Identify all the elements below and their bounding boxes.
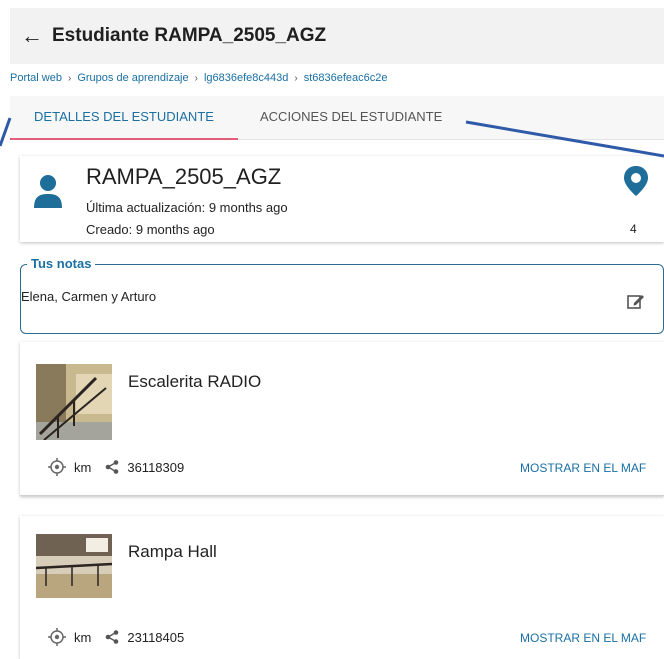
distance-text: km bbox=[74, 629, 92, 645]
location-target-icon bbox=[48, 458, 66, 476]
tab-bar: DETALLES DEL ESTUDIANTE ACCIONES DEL EST… bbox=[10, 96, 664, 140]
share-icon[interactable] bbox=[105, 630, 119, 644]
breadcrumb: Portal web › Grupos de aprendizaje › lg6… bbox=[10, 72, 388, 84]
student-card: RAMPA_2505_AGZ Última actualización: 9 m… bbox=[20, 156, 664, 242]
show-on-map-button[interactable]: MOSTRAR EN EL MAF bbox=[520, 461, 646, 475]
place-meta: km 36118309 bbox=[48, 458, 184, 476]
app-bar: ← Estudiante RAMPA_2505_AGZ bbox=[10, 8, 664, 64]
share-id: 23118405 bbox=[127, 629, 185, 645]
page-title: Estudiante RAMPA_2505_AGZ bbox=[52, 25, 327, 46]
place-photo-stairs bbox=[36, 364, 112, 440]
place-card: Escalerita RADIO km 36118309 MOSTRAR EN … bbox=[20, 342, 664, 496]
place-name: Rampa Hall bbox=[128, 542, 217, 561]
breadcrumb-item-group-id[interactable]: lg6836efe8c443d bbox=[204, 72, 288, 84]
created-text: Creado: 9 months ago bbox=[86, 222, 215, 237]
share-icon[interactable] bbox=[105, 460, 119, 474]
edit-icon[interactable] bbox=[627, 293, 645, 309]
person-icon bbox=[34, 175, 62, 208]
map-pin-icon[interactable] bbox=[624, 166, 648, 196]
chevron-right-icon: › bbox=[294, 72, 298, 84]
chevron-right-icon: › bbox=[67, 72, 72, 84]
notes-legend: Tus notas bbox=[27, 256, 96, 271]
place-name: Escalerita RADIO bbox=[128, 372, 262, 391]
breadcrumb-item-groups[interactable]: Grupos de aprendizaje bbox=[77, 72, 188, 84]
back-arrow-icon[interactable]: ← bbox=[10, 23, 50, 49]
chevron-right-icon: › bbox=[194, 72, 198, 84]
student-name: RAMPA_2505_AGZ bbox=[86, 164, 282, 189]
last-update-text: Última actualización: 9 months ago bbox=[86, 200, 288, 215]
distance-text: km bbox=[74, 459, 92, 475]
tab-student-actions[interactable]: ACCIONES DEL ESTUDIANTE bbox=[260, 96, 442, 140]
location-count: 4 bbox=[630, 222, 637, 236]
notes-field[interactable]: Tus notas Elena, Carmen y Arturo bbox=[20, 256, 664, 334]
place-meta: km 23118405 bbox=[48, 628, 184, 646]
place-photo-ramp bbox=[36, 534, 112, 598]
notes-text: Elena, Carmen y Arturo bbox=[21, 289, 157, 304]
tab-student-details[interactable]: DETALLES DEL ESTUDIANTE bbox=[10, 96, 238, 140]
share-id: 36118309 bbox=[127, 459, 185, 475]
place-card: Rampa Hall km 23118405 MOSTRAR EN EL MAF bbox=[20, 516, 664, 659]
breadcrumb-item-portal[interactable]: Portal web bbox=[10, 72, 62, 84]
breadcrumb-item-student-id[interactable]: st6836efeac6c2e bbox=[304, 72, 388, 84]
show-on-map-button[interactable]: MOSTRAR EN EL MAF bbox=[520, 631, 646, 645]
annotation-arrow-left bbox=[0, 117, 12, 147]
location-target-icon bbox=[48, 628, 66, 646]
